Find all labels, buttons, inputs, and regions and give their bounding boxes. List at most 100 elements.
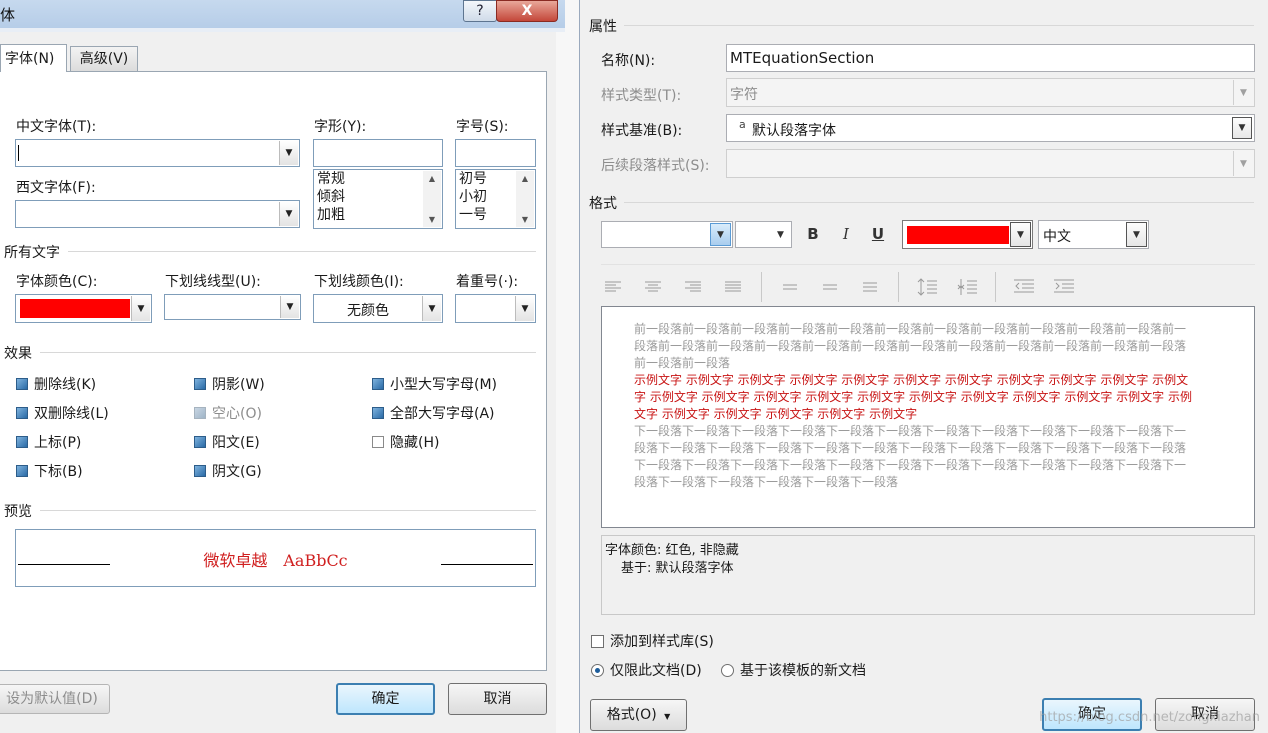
chevron-down-icon[interactable]: ▼ [279,141,298,165]
checkbox-icon[interactable] [372,378,384,390]
close-button[interactable]: X [496,0,558,22]
toolbar-separator [761,272,762,302]
shadow-checkbox[interactable]: 阴影(W) [194,374,265,394]
checkbox-icon[interactable] [16,465,28,477]
one-half-spacing-icon[interactable] [818,275,842,299]
style-based-on-combo[interactable]: a 默认段落字体 ▼ [726,114,1255,142]
checkbox-icon[interactable] [372,407,384,419]
checkbox-icon[interactable] [16,407,28,419]
increase-spacing-icon[interactable] [915,275,939,299]
chevron-down-icon[interactable]: ▼ [515,296,534,321]
chevron-down-icon[interactable]: ▼ [1010,222,1031,247]
bold-button[interactable]: B [801,222,825,246]
font-color-picker[interactable]: ▼ [902,220,1033,249]
align-right-icon[interactable] [681,275,705,299]
style-name-input[interactable]: MTEquationSection [726,44,1255,72]
description-line: 基于: 默认段落字体 [621,561,734,576]
checkbox-icon[interactable] [372,436,384,448]
scrollbar[interactable]: ▲ ▼ [423,171,441,227]
small-caps-checkbox[interactable]: 小型大写字母(M) [372,374,497,394]
char-style-icon: a [739,118,746,131]
engrave-checkbox[interactable]: 阴文(G) [194,461,262,481]
western-font-combo[interactable]: ▼ [15,200,300,228]
style-type-combo: 字符 ▼ [726,78,1255,107]
emboss-checkbox[interactable]: 阳文(E) [194,432,260,452]
format-menu-button[interactable]: 格式(O) ▼ [590,699,687,731]
hidden-checkbox[interactable]: 隐藏(H) [372,432,439,452]
font-style-list[interactable]: 常规 倾斜 加粗 ▲ ▼ [313,169,443,229]
checkbox-icon[interactable] [194,465,206,477]
font-style-label: 字形(Y): [314,119,367,135]
font-size-combo[interactable]: ▼ [735,221,792,248]
background-strip [556,32,565,733]
double-strikethrough-checkbox[interactable]: 双删除线(L) [16,403,109,423]
checkbox-icon[interactable] [591,635,604,648]
tab-advanced[interactable]: 高级(V) [70,46,138,72]
font-size-label: 字号(S): [456,119,509,135]
checkbox-label: 双删除线(L) [34,406,109,422]
chevron-down-icon: ▼ [1233,151,1253,176]
style-based-on-value: 默认段落字体 [752,123,836,139]
increase-indent-icon[interactable] [1052,275,1076,299]
ok-button[interactable]: 确定 [336,683,435,715]
chevron-down-icon[interactable]: ▼ [279,202,298,226]
chevron-down-icon[interactable]: ▼ [422,296,441,321]
only-this-document-radio[interactable]: 仅限此文档(D) [591,660,702,680]
checkbox-icon[interactable] [194,378,206,390]
underline-color-combo[interactable]: 无颜色 ▼ [313,294,443,323]
add-to-gallery-checkbox[interactable]: 添加到样式库(S) [591,631,714,651]
align-left-icon[interactable] [601,275,625,299]
preview-next-paragraph: 下一段落下一段落下一段落下一段落下一段落下一段落下一段落下一段落下一段落下一段落… [634,424,1187,489]
scroll-up-icon[interactable]: ▲ [522,174,528,183]
chinese-font-combo[interactable]: ▼ [15,139,300,167]
chevron-down-icon[interactable]: ▼ [771,223,790,246]
scroll-down-icon[interactable]: ▼ [522,215,528,224]
font-size-list[interactable]: 初号 小初 一号 ▲ ▼ [455,169,536,229]
scrollbar[interactable]: ▲ ▼ [516,171,534,227]
subscript-checkbox[interactable]: 下标(B) [16,461,83,481]
single-spacing-icon[interactable] [778,275,802,299]
chevron-down-icon[interactable]: ▼ [1232,117,1252,139]
language-combo[interactable]: 中文 ▼ [1038,220,1149,249]
chevron-down-icon[interactable]: ▼ [280,296,299,318]
underline-type-combo[interactable]: ▼ [164,294,301,320]
strikethrough-checkbox[interactable]: 删除线(K) [16,374,96,394]
double-spacing-icon[interactable] [858,275,882,299]
all-caps-checkbox[interactable]: 全部大写字母(A) [372,403,495,423]
emphasis-label: 着重号(·): [456,274,519,290]
toolbar-divider [601,264,1255,265]
cancel-button[interactable]: 取消 [448,683,547,715]
chevron-down-icon[interactable]: ▼ [131,296,150,321]
scroll-up-icon[interactable]: ▲ [429,174,435,183]
italic-button[interactable]: I [834,222,858,246]
decrease-spacing-icon[interactable] [955,275,979,299]
decrease-indent-icon[interactable] [1012,275,1036,299]
font-style-input[interactable] [313,139,443,167]
radio-label: 仅限此文档(D) [610,663,702,679]
checkbox-icon[interactable] [194,436,206,448]
section-divider [624,25,1254,26]
checkbox-icon[interactable] [16,378,28,390]
background-strip [565,0,579,733]
justify-icon[interactable] [721,275,745,299]
font-size-input[interactable] [455,139,536,167]
font-color-picker[interactable]: ▼ [15,294,152,323]
emphasis-combo[interactable]: ▼ [455,294,536,323]
underline-button[interactable]: U [866,222,890,246]
checkbox-icon[interactable] [16,436,28,448]
align-center-icon[interactable] [641,275,665,299]
radio-icon[interactable] [721,664,734,677]
superscript-checkbox[interactable]: 上标(P) [16,432,81,452]
new-docs-template-radio[interactable]: 基于该模板的新文档 [721,660,866,680]
preview-previous-paragraph: 前一段落前一段落前一段落前一段落前一段落前一段落前一段落前一段落前一段落前一段落… [634,322,1187,370]
help-button[interactable]: ? [463,0,497,22]
chevron-down-icon[interactable]: ▼ [710,223,731,246]
tab-font[interactable]: 字体(N) [0,44,67,72]
chevron-down-icon[interactable]: ▼ [1126,222,1147,247]
scroll-down-icon[interactable]: ▼ [429,215,435,224]
checkbox-label: 添加到样式库(S) [610,634,714,650]
set-default-button[interactable]: 设为默认值(D) [0,684,110,714]
checkbox-label: 小型大写字母(M) [390,377,498,393]
font-name-combo[interactable]: ▼ [601,221,733,248]
radio-icon[interactable] [591,664,604,677]
